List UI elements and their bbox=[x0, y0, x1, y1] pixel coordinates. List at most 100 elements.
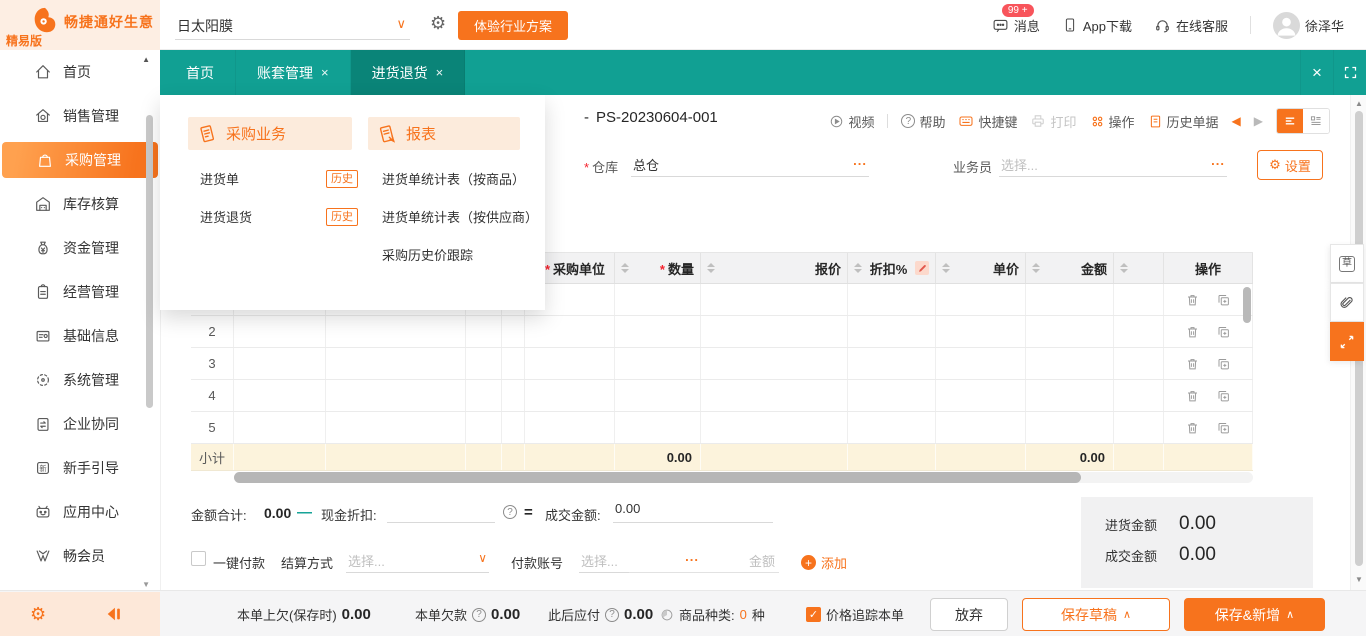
sidebar-item-funds[interactable]: 资金管理 bbox=[0, 226, 160, 270]
sort-arrows-icon[interactable] bbox=[854, 263, 862, 273]
next-doc-icon[interactable]: ▶ bbox=[1254, 114, 1263, 128]
online-service-button[interactable]: 在线客服 bbox=[1154, 16, 1228, 35]
attachment-button[interactable] bbox=[1330, 283, 1364, 322]
price-track-checkbox[interactable]: ✓ bbox=[806, 607, 821, 622]
sidebar-item-collaboration[interactable]: 企业协同 bbox=[0, 402, 160, 446]
industry-plan-button[interactable]: 体验行业方案 bbox=[458, 11, 568, 40]
sort-arrows-icon[interactable] bbox=[621, 263, 629, 273]
list-view-button[interactable] bbox=[1277, 109, 1303, 133]
cell-c4[interactable] bbox=[502, 380, 525, 411]
draft-list-button[interactable]: 草 bbox=[1330, 244, 1364, 283]
cell-c3[interactable] bbox=[466, 412, 502, 443]
copy-row-icon[interactable] bbox=[1216, 324, 1231, 340]
actions-button[interactable]: 操作 bbox=[1090, 112, 1135, 131]
shortcut-button[interactable]: 快捷键 bbox=[958, 112, 1017, 131]
fullscreen-icon[interactable] bbox=[1333, 50, 1366, 95]
copy-row-icon[interactable] bbox=[1216, 292, 1231, 308]
pay-amount-input[interactable]: 金额 bbox=[629, 547, 779, 573]
cell-amount[interactable] bbox=[1026, 348, 1114, 379]
cell-extra[interactable] bbox=[1114, 348, 1164, 379]
user-menu[interactable]: 徐泽华 bbox=[1273, 12, 1344, 39]
cell-unit[interactable] bbox=[525, 316, 615, 347]
sidebar-scroll-up-icon[interactable]: ▲ bbox=[142, 55, 150, 64]
close-icon[interactable]: × bbox=[321, 65, 329, 80]
cell-c1[interactable] bbox=[234, 348, 326, 379]
card-view-button[interactable] bbox=[1303, 109, 1329, 133]
cell-discount[interactable] bbox=[848, 284, 936, 315]
expand-button[interactable] bbox=[1330, 322, 1364, 361]
cell-amount[interactable] bbox=[1026, 316, 1114, 347]
cell-c3[interactable] bbox=[466, 316, 502, 347]
cell-price[interactable] bbox=[936, 316, 1026, 347]
cell-c1[interactable] bbox=[234, 380, 326, 411]
discard-button[interactable]: 放弃 bbox=[930, 598, 1008, 631]
cell-unit[interactable] bbox=[525, 348, 615, 379]
cell-qty[interactable] bbox=[615, 412, 701, 443]
app-download-button[interactable]: App下载 bbox=[1062, 16, 1132, 35]
cell-discount[interactable] bbox=[848, 348, 936, 379]
history-badge[interactable]: 历史 bbox=[326, 170, 358, 188]
sidebar-item-guide[interactable]: 新新手引导 bbox=[0, 446, 160, 490]
delete-row-icon[interactable] bbox=[1185, 292, 1200, 308]
cell-c2[interactable] bbox=[326, 348, 466, 379]
history-docs-button[interactable]: 历史单据 bbox=[1148, 112, 1219, 131]
tab-account-books[interactable]: 账套管理× bbox=[236, 50, 351, 95]
sidebar-scroll-down-icon[interactable]: ▼ bbox=[142, 580, 150, 589]
column-header-price[interactable]: 单价 bbox=[936, 253, 1026, 283]
column-header-discount[interactable]: 折扣% bbox=[848, 253, 936, 283]
cell-amount[interactable] bbox=[1026, 380, 1114, 411]
cell-qty[interactable] bbox=[615, 380, 701, 411]
copy-row-icon[interactable] bbox=[1216, 356, 1231, 372]
cell-c2[interactable] bbox=[326, 380, 466, 411]
close-icon[interactable]: × bbox=[436, 65, 444, 80]
column-header-ops[interactable]: 操作 bbox=[1164, 253, 1253, 283]
cell-c1[interactable] bbox=[234, 412, 326, 443]
warehouse-field[interactable]: 总仓 ... bbox=[631, 151, 869, 177]
sidebar-item-inventory[interactable]: 库存核算 bbox=[0, 182, 160, 226]
tab-home[interactable]: 首页 bbox=[165, 50, 236, 95]
account-select[interactable]: 日太阳膜 ∨ bbox=[175, 12, 410, 40]
cell-extra[interactable] bbox=[1114, 380, 1164, 411]
cell-c3[interactable] bbox=[466, 380, 502, 411]
messages-button[interactable]: 消息 99 + bbox=[992, 16, 1040, 35]
cell-price[interactable] bbox=[936, 348, 1026, 379]
sidebar-item-base-info[interactable]: 基础信息 bbox=[0, 314, 160, 358]
sidebar-item-operations[interactable]: 经营管理 bbox=[0, 270, 160, 314]
cell-quote[interactable] bbox=[701, 380, 848, 411]
sidebar-item-home[interactable]: 首页 bbox=[0, 50, 160, 94]
salesman-field[interactable]: 选择... ... bbox=[999, 151, 1227, 177]
add-payment-button[interactable]: + 添加 bbox=[801, 553, 847, 572]
sidebar-item-member[interactable]: 畅会员 bbox=[0, 534, 160, 578]
help-button[interactable]: ? 帮助 bbox=[901, 112, 945, 131]
cell-extra[interactable] bbox=[1114, 316, 1164, 347]
video-button[interactable]: 视频 bbox=[829, 112, 874, 131]
sidebar-item-app-center[interactable]: 应用中心 bbox=[0, 490, 160, 534]
prev-doc-icon[interactable]: ◀ bbox=[1232, 114, 1241, 128]
cell-c4[interactable] bbox=[502, 316, 525, 347]
scroll-up-icon[interactable]: ▲ bbox=[1355, 99, 1363, 108]
sidebar-item-system[interactable]: 系统管理 bbox=[0, 358, 160, 402]
history-badge[interactable]: 历史 bbox=[326, 208, 358, 226]
cell-amount[interactable] bbox=[1026, 412, 1114, 443]
cell-c4[interactable] bbox=[502, 348, 525, 379]
sidebar-item-purchase[interactable]: 采购管理 bbox=[2, 142, 158, 178]
sort-arrows-icon[interactable] bbox=[1032, 263, 1040, 273]
cell-c2[interactable] bbox=[326, 316, 466, 347]
cell-c4[interactable] bbox=[502, 412, 525, 443]
save-and-new-button[interactable]: 保存&新增 ∧ bbox=[1184, 598, 1325, 631]
delete-row-icon[interactable] bbox=[1185, 420, 1200, 436]
cell-price[interactable] bbox=[936, 284, 1026, 315]
cell-unit[interactable] bbox=[525, 380, 615, 411]
cell-qty[interactable] bbox=[615, 284, 701, 315]
column-header-quote[interactable]: 报价 bbox=[701, 253, 848, 283]
table-horizontal-scrollbar[interactable] bbox=[234, 472, 1081, 483]
menu-item-purchase-return[interactable]: 进货退货历史 bbox=[200, 207, 358, 226]
table-vertical-scrollbar[interactable] bbox=[1243, 287, 1251, 323]
salesman-more-icon[interactable]: ... bbox=[1211, 153, 1225, 168]
delete-row-icon[interactable] bbox=[1185, 324, 1200, 340]
copy-row-icon[interactable] bbox=[1216, 388, 1231, 404]
cell-discount[interactable] bbox=[848, 412, 936, 443]
cell-discount[interactable] bbox=[848, 380, 936, 411]
copy-row-icon[interactable] bbox=[1216, 420, 1231, 436]
cell-unit[interactable] bbox=[525, 412, 615, 443]
